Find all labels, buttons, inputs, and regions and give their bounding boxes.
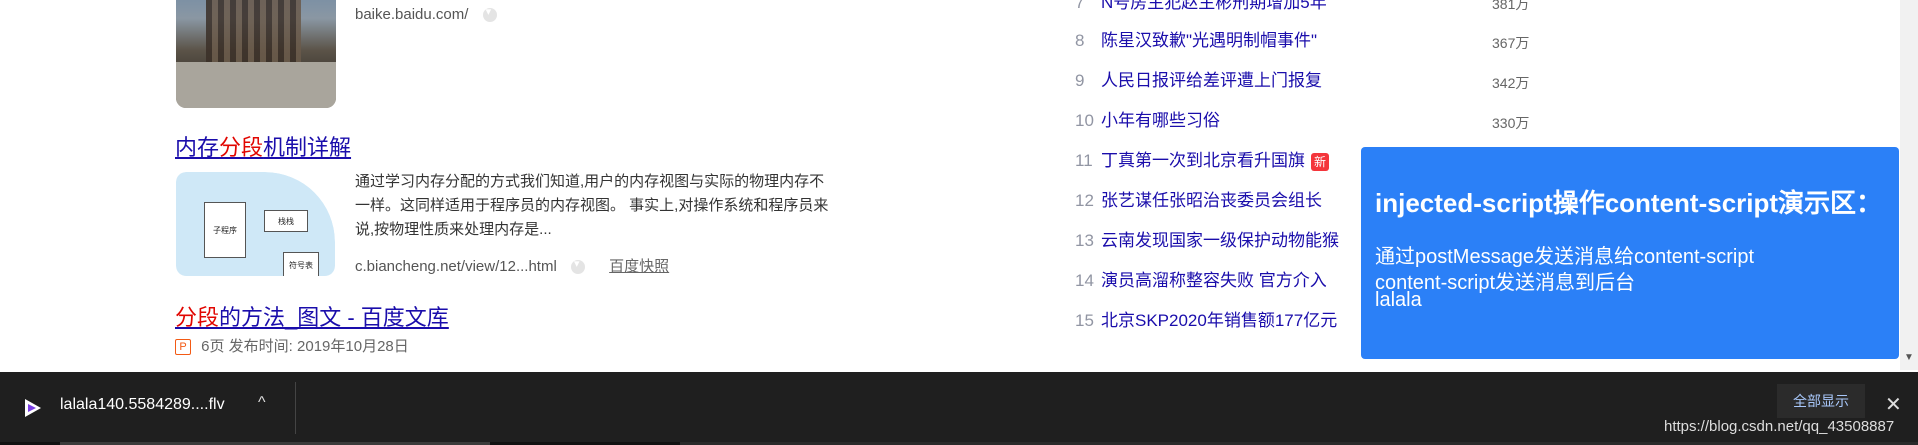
hot-list-item[interactable]: 14 演员高溜称整容失败 官方介入 (1075, 269, 1327, 293)
close-icon[interactable]: ✕ (1885, 392, 1902, 417)
video-file-icon[interactable] (22, 398, 44, 418)
result-2-title-link[interactable]: 内存分段机制详解 (175, 130, 351, 162)
hot-title[interactable]: 云南发现国家一级保护动物能猴 (1101, 231, 1339, 250)
hot-list-item[interactable]: 13 云南发现国家一级保护动物能猴 (1075, 229, 1339, 253)
download-file-name[interactable]: lalala140.5584289....flv (60, 396, 225, 414)
result-2-title-part[interactable]: 内存 (175, 135, 219, 160)
hot-title[interactable]: 小年有哪些习俗 (1101, 111, 1220, 130)
hot-title[interactable]: 北京SKP2020年销售额177亿元 (1101, 311, 1337, 330)
hot-list-item[interactable]: 8 陈星汉致歉"光遇明制帽事件" (1075, 29, 1317, 53)
result-3-title-highlight[interactable]: 分段 (175, 305, 219, 330)
result-thumbnail-building[interactable] (176, 0, 336, 108)
description-line: 说,按物理性质来处理内存是... (355, 221, 552, 238)
hot-title[interactable]: 陈星汉致歉"光遇明制帽事件" (1101, 31, 1317, 50)
result-3-title-link[interactable]: 分段的方法_图文 - 百度文库 (175, 300, 449, 332)
result-thumbnail-diagram[interactable]: 子程序 栈栈 符号表 (176, 172, 335, 276)
hot-title[interactable]: 人民日报评给差评遭上门报复 (1101, 71, 1322, 90)
dropdown-icon[interactable] (482, 5, 497, 23)
watermark: https://blog.csdn.net/qq_43508887 (1664, 418, 1895, 435)
hot-rank: 12 (1075, 191, 1094, 210)
snapshot-link[interactable]: 百度快照 (609, 258, 669, 275)
result-2-url-row: c.biancheng.net/view/12...html 百度快照 (355, 255, 669, 276)
hot-rank: 10 (1075, 111, 1094, 130)
show-all-button[interactable]: 全部显示 (1777, 384, 1865, 418)
hot-count: 342万 (1492, 75, 1530, 91)
hot-rank: 15 (1075, 311, 1094, 330)
panel-line: lalala (1375, 289, 1422, 311)
diagram-box: 子程序 (204, 202, 246, 258)
hot-title[interactable]: 张艺谋任张昭治丧委员会组长 (1101, 191, 1322, 210)
hot-rank: 11 (1075, 151, 1093, 170)
diagram-box: 栈栈 (264, 210, 308, 232)
result-3-title-part[interactable]: 的方法_图文 - 百度文库 (219, 305, 449, 330)
result-1-url[interactable]: baike.baidu.com/ (355, 5, 497, 23)
hot-list-item[interactable]: 10 小年有哪些习俗 (1075, 109, 1220, 133)
hot-list-item[interactable]: 7 N号房主犯赵主彬刑期增加5年 (1075, 0, 1327, 15)
hot-title[interactable]: N号房主犯赵主彬刑期增加5年 (1101, 0, 1327, 12)
new-badge: 新 (1311, 152, 1330, 171)
dropdown-icon[interactable] (570, 257, 585, 275)
hot-title[interactable]: 演员高溜称整容失败 官方介入 (1101, 271, 1327, 290)
diagram-box: 符号表 (283, 252, 319, 276)
hot-count: 381万 (1492, 0, 1530, 12)
scroll-down-arrow-icon[interactable]: ▼ (1904, 352, 1914, 363)
result-2-description: 通过学习内存分配的方式我们知道,用户的内存视图与实际的物理内存不 一样。这同样适… (355, 170, 875, 242)
result-2-title-part[interactable]: 机制详解 (263, 135, 351, 160)
panel-heading: injected-script操作content-script演示区： (1375, 188, 1883, 218)
result-2-title-highlight[interactable]: 分段 (219, 135, 263, 160)
panel-line: 通过postMessage发送消息给content-script (1375, 246, 1755, 268)
result-3-meta: P 6页 发布时间: 2019年10月28日 (175, 335, 409, 356)
description-line: 通过学习内存分配的方式我们知道,用户的内存视图与实际的物理内存不 (355, 173, 825, 190)
description-line: 一样。这同样适用于程序员的内存视图。 事实上,对操作系统和程序员来 (355, 197, 829, 214)
result-3-meta-text: 6页 发布时间: 2019年10月28日 (201, 338, 409, 355)
hot-rank: 7 (1075, 0, 1085, 12)
chevron-up-icon[interactable]: ^ (258, 394, 266, 412)
hot-rank: 8 (1075, 31, 1085, 50)
hot-rank: 14 (1075, 271, 1094, 290)
ppt-doc-icon: P (175, 339, 191, 356)
hot-count: 330万 (1492, 115, 1530, 131)
result-2-url[interactable]: c.biancheng.net/view/12...html (355, 258, 557, 275)
hot-title[interactable]: 丁真第一次到北京看升国旗 (1101, 151, 1305, 170)
page-scrollbar[interactable]: ▼ (1900, 0, 1918, 370)
hot-rank: 13 (1075, 231, 1094, 250)
hot-list-item[interactable]: 15 北京SKP2020年销售额177亿元 (1075, 309, 1337, 333)
hot-list-item[interactable]: 12 张艺谋任张昭治丧委员会组长 (1075, 189, 1322, 213)
hot-rank: 9 (1075, 71, 1085, 90)
hot-list-item[interactable]: 9 人民日报评给差评遭上门报复 (1075, 69, 1322, 93)
divider (295, 382, 296, 434)
hot-count: 367万 (1492, 35, 1530, 51)
result-1-url-text[interactable]: baike.baidu.com/ (355, 6, 468, 23)
injected-script-panel: injected-script操作content-script演示区： 通过po… (1361, 147, 1899, 359)
hot-list-item[interactable]: 11 丁真第一次到北京看升国旗新 (1075, 149, 1330, 173)
download-bar: lalala140.5584289....flv ^ 全部显示 ✕ https:… (0, 372, 1918, 445)
